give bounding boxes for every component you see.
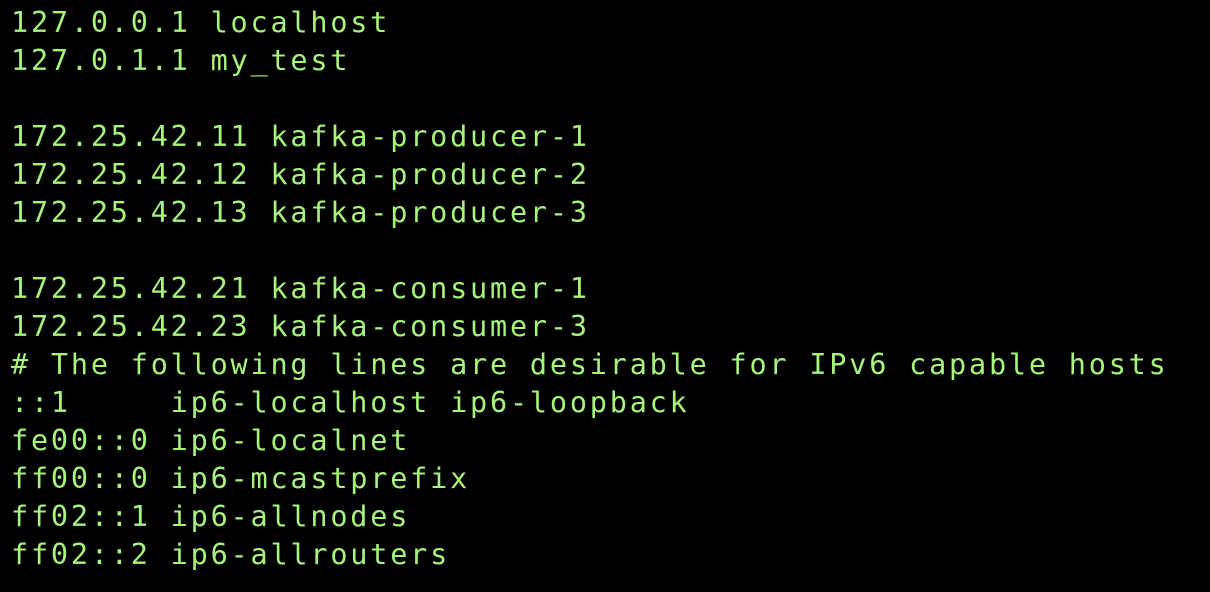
hosts-line-kafka-consumer-1: 172.25.42.21 kafka-consumer-1 (11, 272, 590, 305)
hosts-line-kafka-producer-1: 172.25.42.11 kafka-producer-1 (11, 120, 590, 153)
hosts-comment-ipv6: # The following lines are desirable for … (11, 348, 1169, 381)
hosts-line-ip6-allrouters: ff02::2 ip6-allrouters (11, 538, 451, 571)
hosts-line-kafka-producer-3: 172.25.42.13 kafka-producer-3 (11, 196, 590, 229)
hosts-line-ip6-localhost: ::1 ip6-localhost ip6-loopback (11, 386, 690, 419)
hosts-line-ip6-allnodes: ff02::1 ip6-allnodes (11, 500, 411, 533)
hosts-line-localhost: 127.0.0.1 localhost (11, 6, 391, 39)
hosts-line-my-test: 127.0.1.1 my_test (11, 44, 351, 77)
hosts-line-kafka-consumer-3: 172.25.42.23 kafka-consumer-3 (11, 310, 590, 343)
hosts-line-ip6-mcastprefix: ff00::0 ip6-mcastprefix (11, 462, 471, 495)
hosts-line-ip6-localnet: fe00::0 ip6-localnet (11, 424, 411, 457)
hosts-line-kafka-producer-2: 172.25.42.12 kafka-producer-2 (11, 158, 590, 191)
terminal-window[interactable]: 127.0.0.1 localhost 127.0.1.1 my_test 17… (0, 0, 1210, 592)
